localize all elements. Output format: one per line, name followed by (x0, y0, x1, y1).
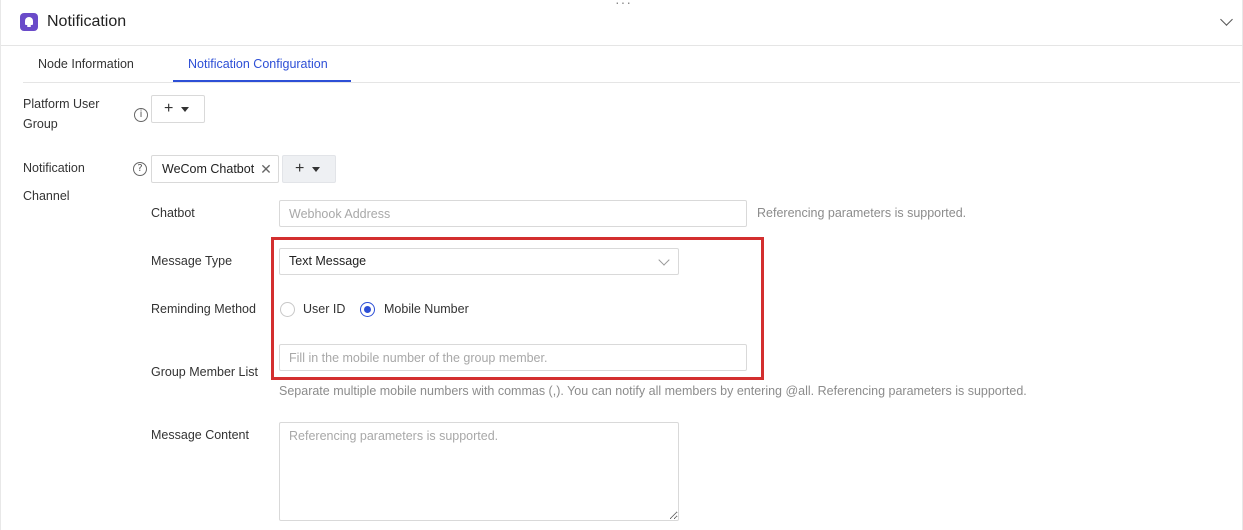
platform-user-group-label-line1: Platform User (23, 97, 100, 111)
caret-down-icon (312, 166, 321, 172)
message-type-select[interactable]: Text Message (279, 248, 679, 275)
message-type-label: Message Type (151, 254, 233, 268)
chatbot-label: Chatbot (151, 206, 195, 220)
notification-channel-label-line1: Notification (23, 161, 85, 175)
group-member-list-label: Group Member List (151, 365, 258, 379)
radio-user-id[interactable] (280, 302, 295, 317)
channel-chip-wecom-chatbot: WeCom Chatbot ✕ (151, 155, 279, 183)
help-icon[interactable]: ? (133, 162, 147, 176)
tab-node-information[interactable]: Node Information (38, 57, 134, 71)
add-channel-button[interactable]: + (282, 155, 336, 183)
active-tab-indicator (173, 80, 351, 82)
channel-chip-label: WeCom Chatbot (162, 162, 255, 176)
notification-panel: ··· Notification Node Information Notifi… (0, 0, 1243, 530)
info-icon[interactable]: i (134, 108, 148, 122)
webhook-address-input[interactable] (279, 200, 747, 227)
platform-user-group-label-line2: Group (23, 117, 58, 131)
radio-user-id-label[interactable]: User ID (303, 302, 345, 316)
chevron-down-icon (658, 254, 670, 266)
tab-bar: Node Information Notification Configurat… (23, 46, 1240, 83)
message-content-label: Message Content (151, 428, 249, 442)
chevron-down-icon[interactable] (1220, 14, 1234, 28)
bell-icon (20, 13, 38, 31)
plus-icon: + (295, 160, 305, 177)
notification-channel-label-line2: Channel (23, 189, 70, 203)
reminding-method-label: Reminding Method (151, 302, 256, 316)
message-content-textarea[interactable] (279, 422, 679, 521)
message-type-value: Text Message (289, 254, 367, 268)
tab-notification-configuration[interactable]: Notification Configuration (188, 57, 328, 71)
add-user-group-button[interactable]: + (151, 95, 205, 123)
panel-header[interactable]: Notification (1, 0, 1243, 46)
radio-mobile-number-label[interactable]: Mobile Number (384, 302, 469, 316)
group-member-hint: Separate multiple mobile numbers with co… (279, 384, 1027, 398)
chatbot-hint: Referencing parameters is supported. (757, 206, 967, 220)
radio-mobile-number[interactable] (360, 302, 375, 317)
plus-icon: + (164, 100, 174, 117)
remove-chip-icon[interactable]: ✕ (260, 161, 272, 178)
panel-title: Notification (47, 13, 127, 30)
caret-down-icon (181, 106, 190, 112)
group-member-input[interactable] (279, 344, 747, 371)
